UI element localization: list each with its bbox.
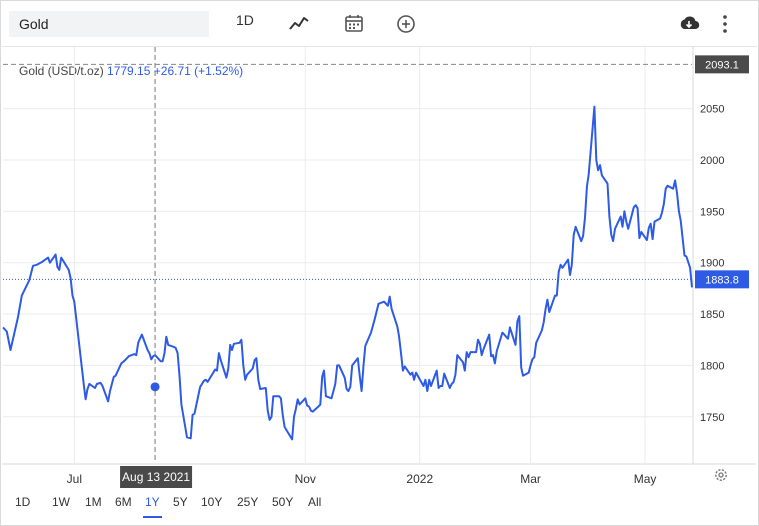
range-25y[interactable]: 25Y <box>237 495 258 509</box>
price-chart[interactable]: 1750 1800 1850 1900 1950 2000 2050 Jul Nov 2022 M… <box>0 0 759 526</box>
max-price-label: 2093.1 <box>705 59 739 71</box>
range-1m[interactable]: 1M <box>85 495 102 509</box>
range-all[interactable]: All <box>308 495 321 509</box>
y-tick-label: 1800 <box>700 360 724 372</box>
x-tick-label: Mar <box>520 472 541 486</box>
last-price-label: 1883.8 <box>705 274 739 286</box>
crosshair-date-label: Aug 13 2021 <box>122 470 190 484</box>
y-tick-label: 2000 <box>700 155 724 167</box>
crosshair-point <box>150 382 160 392</box>
x-tick-label: Jul <box>67 472 82 486</box>
price-series-line <box>2 105 693 441</box>
y-tick-label: 1850 <box>700 309 724 321</box>
range-1y[interactable]: 1Y <box>143 495 162 518</box>
x-tick-label: May <box>634 472 657 486</box>
range-6m[interactable]: 6M <box>115 495 132 509</box>
range-1w[interactable]: 1W <box>52 495 70 509</box>
range-50y[interactable]: 50Y <box>272 495 293 509</box>
range-5y[interactable]: 5Y <box>173 495 188 509</box>
x-tick-label: Nov <box>295 472 316 486</box>
y-tick-label: 1950 <box>700 206 724 218</box>
y-tick-label: 1900 <box>700 258 724 270</box>
range-1d[interactable]: 1D <box>15 495 30 509</box>
range-10y[interactable]: 10Y <box>201 495 222 509</box>
x-tick-label: 2022 <box>406 472 433 486</box>
y-tick-label: 1750 <box>700 412 724 424</box>
y-tick-label: 2050 <box>700 104 724 116</box>
settings-icon[interactable] <box>715 469 727 481</box>
